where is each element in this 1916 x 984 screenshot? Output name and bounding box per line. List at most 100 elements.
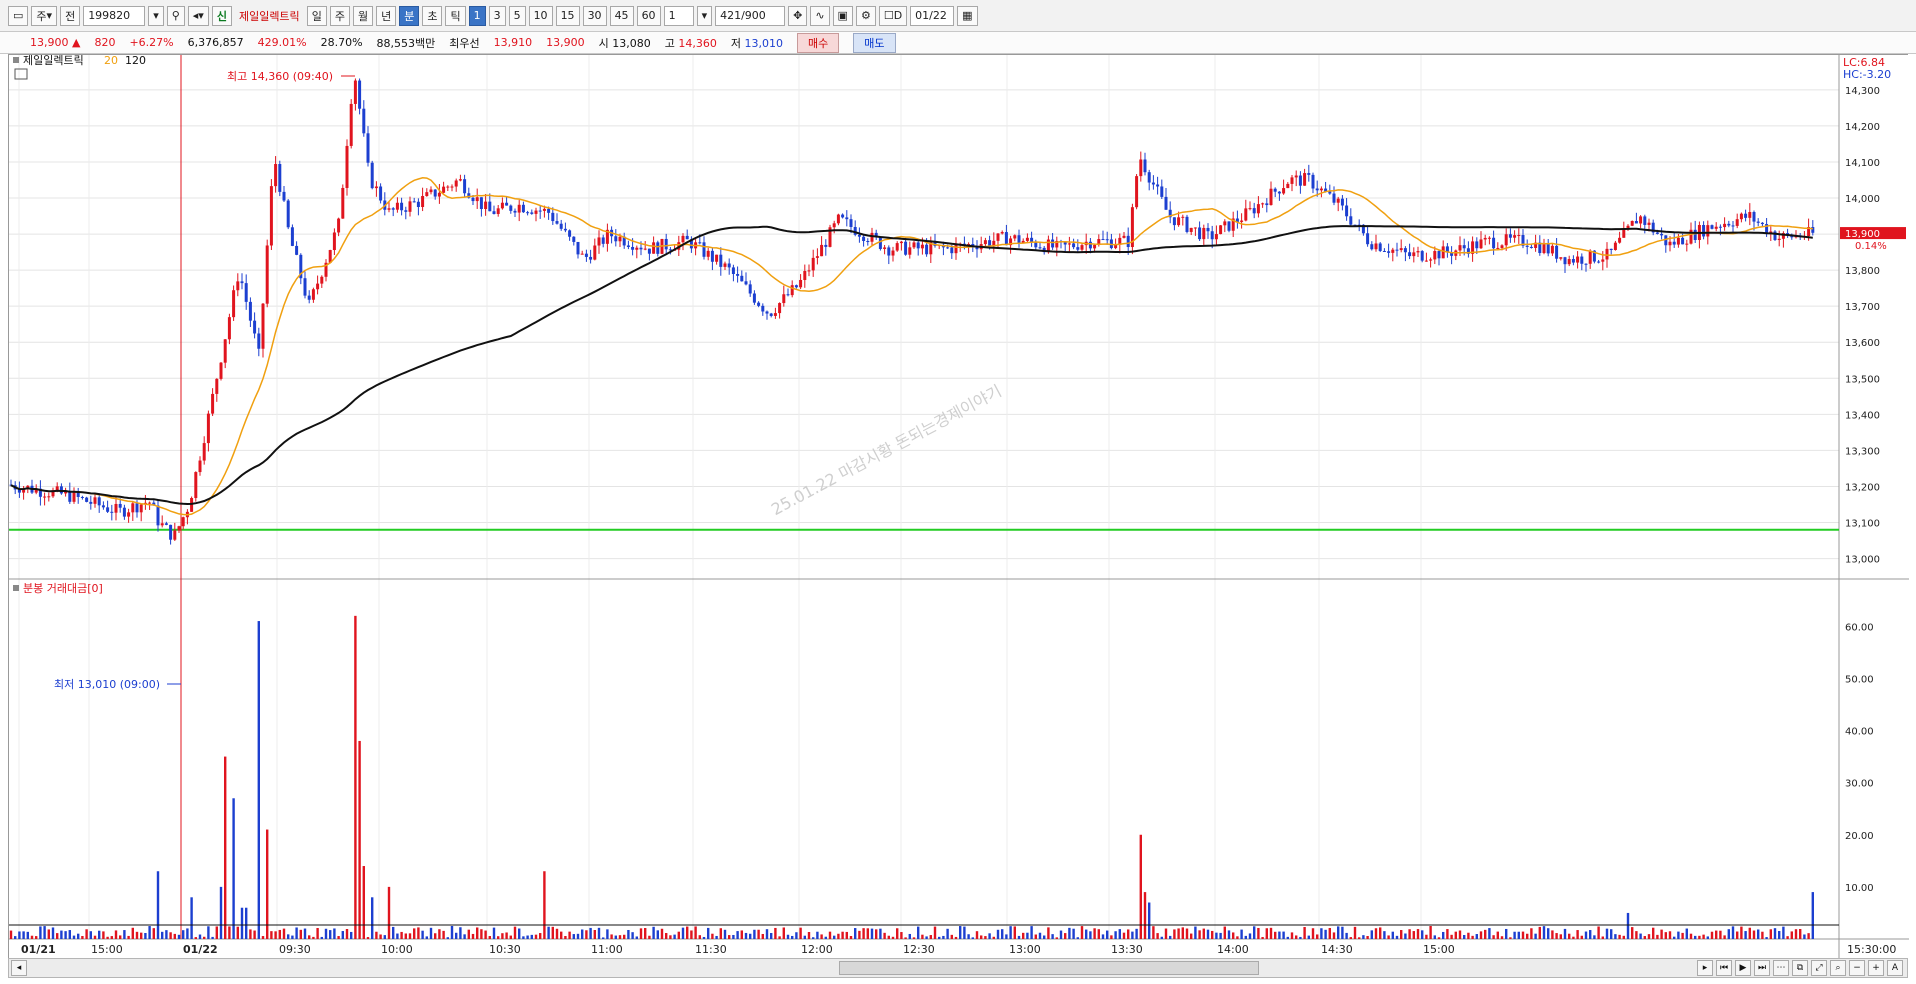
interval-30[interactable]: 30 — [582, 5, 607, 26]
interval-60[interactable]: 60 — [636, 5, 661, 26]
code-dropdown-icon[interactable]: ▾ — [148, 5, 164, 26]
stock-code-input[interactable]: 199820 — [83, 5, 146, 26]
horizontal-scrollbar[interactable]: ◂ ▸ ⏮ ▶ ⏭ ⋯ ⧉ ⤢ ⌕ − + A — [8, 958, 1908, 978]
bars-icon[interactable]: ⋯ — [1773, 960, 1789, 976]
volume-bar — [270, 931, 273, 939]
candle-body — [715, 254, 719, 262]
copy-icon[interactable]: ⧉ — [1792, 960, 1808, 976]
candle-body — [1475, 241, 1479, 249]
price-chart-svg[interactable]: 25.01.22 마감시황 돈되는경제이야기 제일일렉트릭 20 120 최고 … — [9, 53, 1909, 959]
volume-bar — [1500, 936, 1504, 939]
volume-bar — [904, 937, 907, 939]
d-checkbox[interactable]: ☐ D — [878, 5, 908, 26]
line-tool-icon[interactable]: ∿ — [810, 5, 830, 26]
volume-bar — [946, 928, 949, 939]
candle-body — [904, 241, 908, 255]
volume-bar — [1425, 934, 1428, 939]
window-icon[interactable]: ▭ — [8, 5, 29, 26]
candle-body — [748, 284, 752, 294]
volume-bar — [404, 933, 407, 939]
candle-body — [836, 214, 840, 224]
candle-body — [1601, 259, 1605, 262]
period-second[interactable]: 초 — [422, 5, 443, 26]
volume-bar — [1080, 926, 1084, 939]
period-minute[interactable]: 분 — [399, 5, 420, 26]
settings-icon[interactable]: ⚙ — [855, 5, 876, 26]
volume-bar — [610, 934, 613, 939]
volume-bar — [602, 937, 605, 939]
type-select[interactable]: 주 ▾ — [31, 5, 58, 26]
expand-icon[interactable]: ⤢ — [1811, 960, 1827, 976]
scroll-right-icon[interactable]: ▸ — [1697, 960, 1713, 976]
buy-button[interactable]: 매수 — [797, 32, 840, 53]
interval-5[interactable]: 5 — [508, 5, 526, 26]
scroll-thumb[interactable] — [839, 961, 1259, 975]
calendar-icon[interactable]: ▦ — [957, 5, 978, 26]
interval-10[interactable]: 10 — [528, 5, 553, 26]
candle-body — [1555, 245, 1559, 259]
interval-15[interactable]: 15 — [555, 5, 580, 26]
search-icon[interactable]: ⚲ — [166, 5, 185, 26]
sell-button[interactable]: 매도 — [853, 32, 896, 53]
candle-body — [148, 502, 152, 504]
volume-bar — [18, 931, 21, 939]
zoom-out-icon[interactable]: − — [1849, 960, 1865, 976]
candle-body — [1282, 188, 1286, 194]
last-icon[interactable]: ⏭ — [1754, 960, 1770, 976]
volume-bar — [1043, 935, 1046, 939]
volume-bar — [673, 934, 676, 939]
interval-3[interactable]: 3 — [488, 5, 506, 26]
play-icon[interactable]: ▶ — [1735, 960, 1751, 976]
crosshair-icon[interactable]: ✥ — [788, 5, 808, 26]
volume-bar — [1404, 933, 1407, 939]
count-input[interactable]: 421/900 — [715, 5, 786, 26]
interval-45[interactable]: 45 — [609, 5, 634, 26]
volume-bar — [1492, 935, 1495, 939]
zoom-in-icon[interactable]: + — [1868, 960, 1884, 976]
date-input[interactable]: 01/22 — [910, 5, 955, 26]
volume-bar — [224, 756, 227, 939]
volume-bar — [144, 933, 147, 939]
time-tick-label: 14:00 — [1217, 943, 1249, 956]
font-icon[interactable]: A — [1887, 960, 1903, 976]
period-tick[interactable]: 틱 — [445, 5, 466, 26]
legend-marker — [13, 57, 19, 63]
volume-bar — [1484, 929, 1487, 939]
period-week[interactable]: 주 — [329, 5, 350, 26]
candle-body — [55, 486, 59, 491]
time-tick-label: 15:00 — [1423, 943, 1455, 956]
volume-bar — [249, 929, 252, 939]
candle-body — [223, 339, 227, 363]
volume-bar — [434, 933, 437, 939]
first-icon[interactable]: ⏮ — [1716, 960, 1732, 976]
type2-button[interactable]: 전 — [60, 5, 81, 26]
volume-bar — [219, 886, 223, 939]
volume-bar — [39, 926, 42, 939]
volume-bar — [337, 936, 340, 939]
speaker-icon[interactable]: ◂▾ — [187, 5, 209, 26]
save-icon[interactable]: ▣ — [832, 5, 853, 26]
candle-body — [219, 362, 223, 379]
credit-badge: 신 — [211, 5, 232, 26]
zoom-icon[interactable]: ⌕ — [1830, 960, 1846, 976]
chart-toolbar: ▭ 주 ▾ 전 199820 ▾ ⚲ ◂▾ 신 제일일렉트릭 일 주 월 년 분 … — [0, 0, 1916, 32]
period-month[interactable]: 월 — [352, 5, 374, 26]
unit-select[interactable]: 1 — [663, 5, 694, 26]
unit-dropdown-icon[interactable]: ▾ — [696, 5, 713, 26]
period-day[interactable]: 일 — [306, 5, 327, 26]
candle-body — [710, 250, 714, 262]
period-year[interactable]: 년 — [376, 5, 397, 26]
chart-area[interactable]: 25.01.22 마감시황 돈되는경제이야기 제일일렉트릭 20 120 최고 … — [8, 53, 1909, 959]
volume-bar — [543, 871, 546, 939]
interval-1[interactable]: 1 — [468, 5, 486, 26]
volume-bar — [505, 932, 508, 939]
scroll-left-icon[interactable]: ◂ — [11, 960, 27, 976]
volume-bar — [463, 934, 466, 939]
volume-bar — [799, 927, 802, 939]
volume-bar — [383, 935, 386, 939]
price-tick-label: 13,700 — [1845, 302, 1880, 313]
candle-body — [538, 210, 542, 212]
hc-label: HC:-3.20 — [1843, 68, 1891, 81]
candle-body — [446, 186, 450, 188]
candle-body — [891, 250, 895, 256]
